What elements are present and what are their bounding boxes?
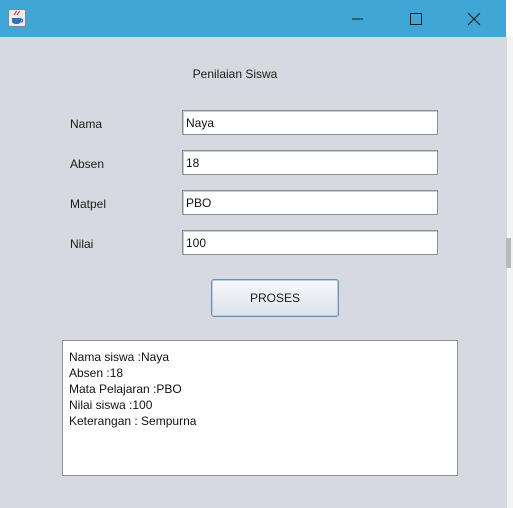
maximize-icon <box>410 12 422 25</box>
page-title: Penilaian Siswa <box>192 67 278 81</box>
java-app-icon <box>8 9 26 27</box>
output-line-nama: Nama siswa :Naya <box>69 350 170 364</box>
minimize-button[interactable] <box>335 0 381 37</box>
nilai-label: Nilai <box>70 237 94 251</box>
absen-field[interactable] <box>182 150 438 175</box>
background-scrollbar <box>506 37 513 508</box>
matpel-label: Matpel <box>70 197 107 211</box>
maximize-button[interactable] <box>393 0 439 37</box>
output-line-nilai: Nilai siswa :100 <box>69 398 153 412</box>
background-scrollbar-thumb <box>506 238 511 268</box>
output-line-absen: Absen :18 <box>69 366 124 380</box>
nama-field[interactable] <box>182 110 438 135</box>
proses-button[interactable]: PROSES <box>211 279 339 317</box>
close-button[interactable] <box>451 0 497 37</box>
close-icon <box>467 12 481 25</box>
nilai-field[interactable] <box>182 230 438 255</box>
app-window: Penilaian Siswa Nama Absen Matpel Nilai … <box>0 0 506 508</box>
nama-label: Nama <box>70 117 103 131</box>
output-line-keterangan: Keterangan : Sempurna <box>69 414 197 428</box>
absen-label: Absen <box>70 157 105 171</box>
output-text-area[interactable]: Nama siswa :Naya Absen :18 Mata Pelajara… <box>62 340 458 476</box>
minimize-icon <box>352 18 363 19</box>
title-bar[interactable] <box>0 0 506 37</box>
output-line-matpel: Mata Pelajaran :PBO <box>69 382 182 396</box>
matpel-field[interactable] <box>182 190 438 215</box>
